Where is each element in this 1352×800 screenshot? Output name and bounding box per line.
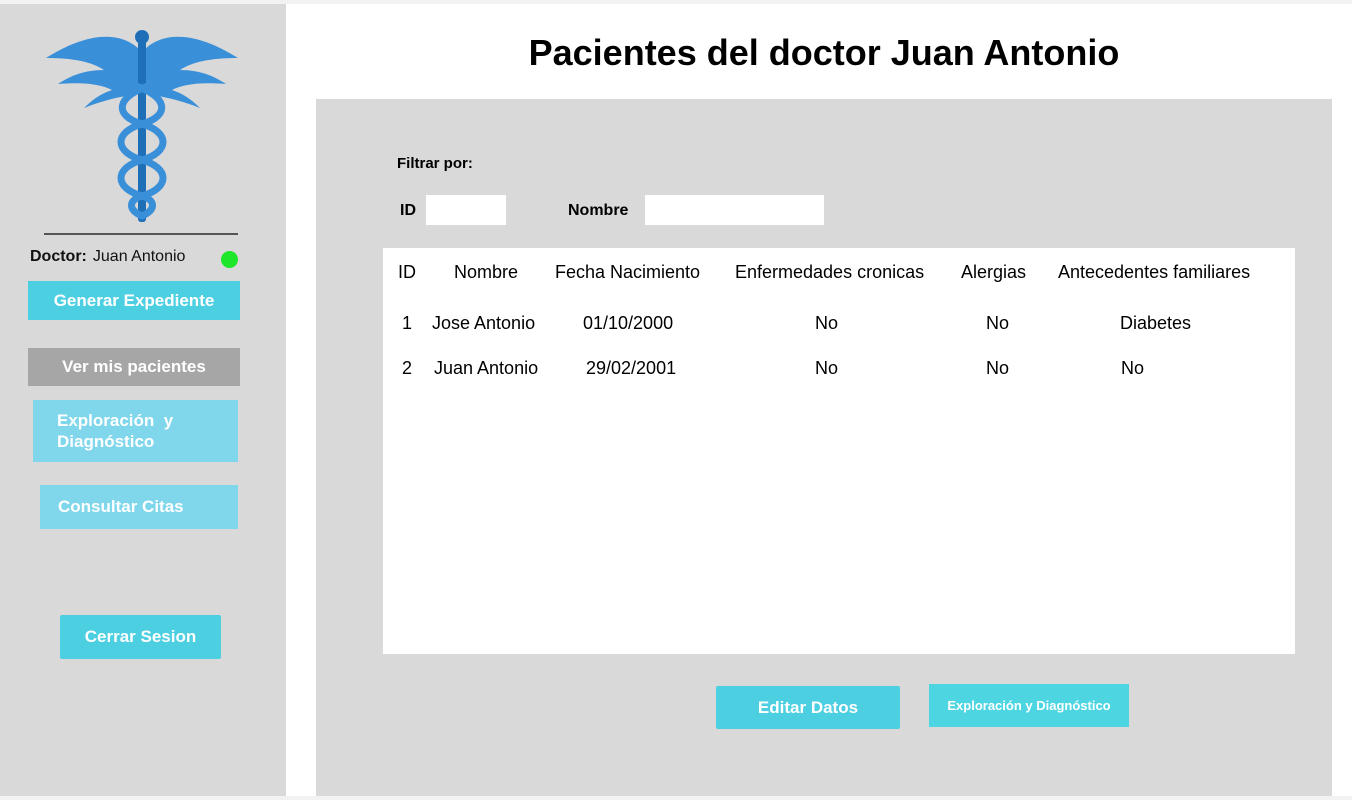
cell-alergias: No xyxy=(986,313,1010,333)
cell-nombre: Jose Antonio xyxy=(432,313,536,333)
cell-antecedentes: Diabetes xyxy=(1120,313,1192,333)
cell-antecedentes: No xyxy=(1121,358,1145,378)
cell-id: 1 xyxy=(402,313,413,333)
exploracion-diagnostico-button[interactable]: Exploración y Diagnóstico xyxy=(929,684,1129,727)
cell-alergias: No xyxy=(986,358,1010,378)
id-filter-input[interactable] xyxy=(426,195,506,225)
caduceus-icon xyxy=(46,30,238,222)
page-title: Pacientes del doctor Juan Antonio xyxy=(528,32,1120,73)
editar-datos-button[interactable]: Editar Datos xyxy=(716,686,900,729)
cell-fecha: 01/10/2000 xyxy=(583,313,674,333)
app-window: Doctor: Juan Antonio Generar Expediente V… xyxy=(0,4,1352,796)
exploracion-diagnostico-nav-button[interactable]: Exploración y Diagnóstico xyxy=(33,400,238,462)
ver-mis-pacientes-button[interactable]: Ver mis pacientes xyxy=(28,348,240,386)
consultar-citas-button[interactable]: Consultar Citas xyxy=(40,485,238,529)
cell-enfermedades: No xyxy=(815,313,839,333)
online-status-icon xyxy=(221,251,238,268)
doctor-name: Juan Antonio xyxy=(92,248,186,265)
header-fecha-nacimiento: Fecha Nacimiento xyxy=(555,262,701,282)
id-filter-label: ID xyxy=(400,202,416,219)
generar-expediente-button[interactable]: Generar Expediente xyxy=(28,281,240,320)
header-nombre: Nombre xyxy=(454,262,519,282)
header-enfermedades: Enfermedades cronicas xyxy=(735,262,925,282)
doctor-info: Doctor: Juan Antonio xyxy=(30,248,185,266)
header-antecedentes: Antecedentes familiares xyxy=(1058,262,1251,282)
cell-enfermedades: No xyxy=(815,358,839,378)
cell-id: 2 xyxy=(402,358,413,378)
cerrar-sesion-button[interactable]: Cerrar Sesion xyxy=(60,615,221,659)
header-id: ID xyxy=(398,262,416,282)
cell-nombre: Juan Antonio xyxy=(434,358,539,378)
doctor-label: Doctor: xyxy=(30,248,87,265)
filter-title: Filtrar por: xyxy=(397,155,473,172)
patients-table: ID Nombre Fecha Nacimiento Enfermedades … xyxy=(383,248,1295,654)
cell-fecha: 29/02/2001 xyxy=(586,358,677,378)
header-alergias: Alergias xyxy=(961,262,1027,282)
sidebar: Doctor: Juan Antonio Generar Expediente V… xyxy=(0,4,286,796)
nombre-filter-label: Nombre xyxy=(568,202,629,219)
exploracion-nav-label: Exploración y Diagnóstico xyxy=(57,411,178,451)
sidebar-divider xyxy=(44,233,238,235)
patients-panel: Filtrar por: ID Nombre ID Nombre Fecha N… xyxy=(316,99,1332,796)
nombre-filter-input[interactable] xyxy=(645,195,824,225)
